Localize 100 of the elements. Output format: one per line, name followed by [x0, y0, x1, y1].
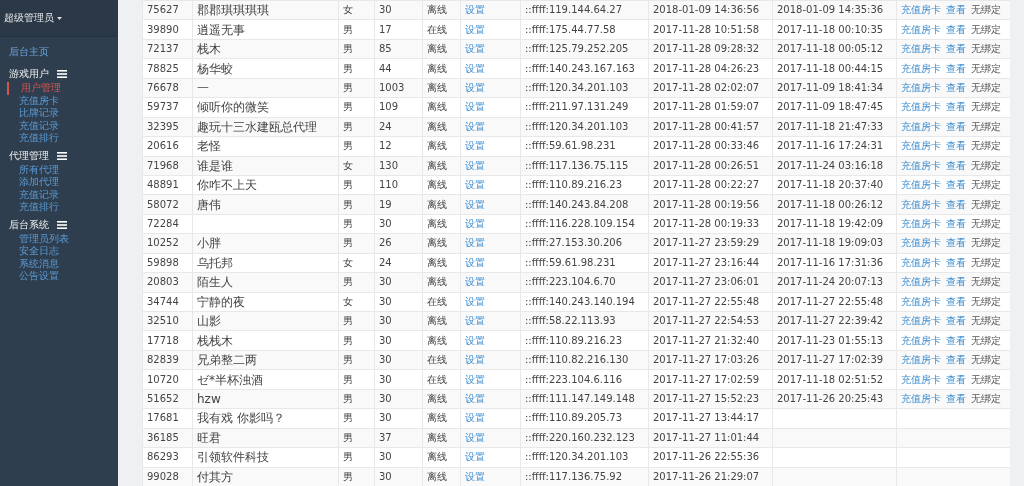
recharge-link[interactable]: 充值房卡: [901, 43, 941, 56]
settings-link[interactable]: 设置: [465, 179, 485, 191]
settings-link[interactable]: 设置: [465, 198, 485, 210]
settings-link[interactable]: 设置: [465, 256, 485, 268]
table-cell: 2017-11-28 00:19:33: [648, 214, 773, 234]
sidebar-item[interactable]: 管理员列表: [0, 232, 118, 245]
recharge-link[interactable]: 充值房卡: [901, 140, 941, 153]
section-title[interactable]: 游戏用户: [9, 67, 49, 81]
recharge-link[interactable]: 充值房卡: [901, 392, 941, 405]
settings-link[interactable]: 设置: [465, 295, 485, 307]
settings-link[interactable]: 设置: [465, 276, 485, 288]
menu-icon[interactable]: [57, 220, 67, 229]
table-cell: 10252: [142, 233, 193, 254]
view-link[interactable]: 查看: [946, 295, 966, 308]
view-link[interactable]: 查看: [946, 256, 966, 269]
settings-link[interactable]: 设置: [465, 392, 485, 404]
view-link[interactable]: 查看: [946, 43, 966, 56]
settings-link[interactable]: 设置: [465, 159, 485, 171]
view-link[interactable]: 查看: [946, 392, 966, 405]
settings-link[interactable]: 设置: [465, 101, 485, 113]
view-link[interactable]: 查看: [946, 198, 966, 211]
settings-link[interactable]: 设置: [465, 373, 485, 385]
view-link[interactable]: 查看: [946, 23, 966, 36]
table-cell: 36185: [142, 428, 193, 448]
sidebar-item[interactable]: 充值房卡: [0, 94, 118, 107]
view-link[interactable]: 查看: [946, 218, 966, 231]
table-cell: 离线: [422, 39, 461, 59]
recharge-link[interactable]: 充值房卡: [901, 23, 941, 36]
recharge-link[interactable]: 充值房卡: [901, 256, 941, 269]
settings-link[interactable]: 设置: [465, 140, 485, 152]
sidebar-item[interactable]: 充值排行: [0, 201, 118, 214]
sidebar-item[interactable]: 充值排行: [0, 132, 118, 145]
recharge-link[interactable]: 充值房卡: [901, 276, 941, 289]
table-cell: 10720: [142, 369, 193, 390]
settings-link[interactable]: 设置: [465, 412, 485, 424]
settings-link[interactable]: 设置: [465, 120, 485, 132]
recharge-link[interactable]: 充值房卡: [901, 81, 941, 94]
table-cell: 30: [374, 214, 423, 234]
sidebar-item[interactable]: 充值记录: [0, 119, 118, 132]
recharge-link[interactable]: 充值房卡: [901, 373, 941, 386]
view-link[interactable]: 查看: [946, 373, 966, 386]
view-link[interactable]: 查看: [946, 354, 966, 367]
view-link[interactable]: 查看: [946, 101, 966, 114]
settings-link[interactable]: 设置: [465, 315, 485, 327]
sidebar-item[interactable]: 系统消息: [0, 257, 118, 270]
section-title[interactable]: 代理管理: [9, 148, 49, 163]
recharge-link[interactable]: 充值房卡: [901, 159, 941, 172]
view-link[interactable]: 查看: [946, 159, 966, 172]
table-cell: 宁静的夜: [192, 292, 339, 312]
view-link[interactable]: 查看: [946, 81, 966, 94]
caret-icon[interactable]: [57, 16, 62, 20]
recharge-link[interactable]: 充值房卡: [901, 354, 941, 367]
settings-link[interactable]: 设置: [465, 23, 485, 35]
recharge-link[interactable]: 充值房卡: [901, 315, 941, 328]
table-cell: 75627: [142, 0, 193, 20]
sidebar-item[interactable]: 公告设置: [0, 270, 118, 283]
settings-link[interactable]: 设置: [465, 218, 485, 230]
recharge-link[interactable]: 充值房卡: [901, 295, 941, 308]
view-link[interactable]: 查看: [946, 237, 966, 250]
view-link[interactable]: 查看: [946, 179, 966, 192]
settings-link[interactable]: 设置: [465, 237, 485, 249]
recharge-link[interactable]: 充值房卡: [901, 218, 941, 231]
settings-link[interactable]: 设置: [465, 43, 485, 55]
section-title[interactable]: 后台系统: [9, 217, 49, 232]
sidebar-item[interactable]: 用户管理: [7, 82, 118, 95]
settings-link[interactable]: 设置: [465, 4, 485, 16]
settings-link[interactable]: 设置: [465, 451, 485, 463]
view-link[interactable]: 查看: [946, 62, 966, 75]
settings-link[interactable]: 设置: [465, 334, 485, 346]
recharge-link[interactable]: 充值房卡: [901, 120, 941, 133]
recharge-link[interactable]: 充值房卡: [901, 198, 941, 211]
sidebar-item[interactable]: 充值记录: [0, 188, 118, 201]
menu-icon[interactable]: [57, 151, 67, 160]
table-cell: ::ffff:125.79.252.205: [520, 39, 649, 59]
settings-link[interactable]: 设置: [465, 354, 485, 366]
view-link[interactable]: 查看: [946, 276, 966, 289]
view-link[interactable]: 查看: [946, 315, 966, 328]
binding-status: 无绑定: [971, 373, 1001, 386]
recharge-link[interactable]: 充值房卡: [901, 62, 941, 75]
recharge-link[interactable]: 充值房卡: [901, 334, 941, 347]
view-link[interactable]: 查看: [946, 140, 966, 153]
recharge-link[interactable]: 充值房卡: [901, 4, 941, 17]
settings-link[interactable]: 设置: [465, 431, 485, 443]
user-menu[interactable]: 超级管理员: [4, 11, 62, 25]
settings-link[interactable]: 设置: [465, 62, 485, 74]
sidebar-item[interactable]: 所有代理: [0, 163, 118, 176]
recharge-link[interactable]: 充值房卡: [901, 179, 941, 192]
recharge-link[interactable]: 充值房卡: [901, 237, 941, 250]
home-link[interactable]: 后台主页: [9, 45, 118, 59]
table-cell: 逍遥无事: [192, 19, 339, 40]
table-cell: 110: [374, 175, 423, 195]
view-link[interactable]: 查看: [946, 120, 966, 133]
sidebar-item[interactable]: 比牌记录: [0, 107, 118, 120]
view-link[interactable]: 查看: [946, 334, 966, 347]
view-link[interactable]: 查看: [946, 4, 966, 17]
recharge-link[interactable]: 充值房卡: [901, 101, 941, 114]
menu-icon[interactable]: [57, 70, 67, 78]
sidebar-item[interactable]: 添加代理: [0, 176, 118, 189]
sidebar-item[interactable]: 安全日志: [0, 245, 118, 258]
settings-link[interactable]: 设置: [465, 81, 485, 93]
